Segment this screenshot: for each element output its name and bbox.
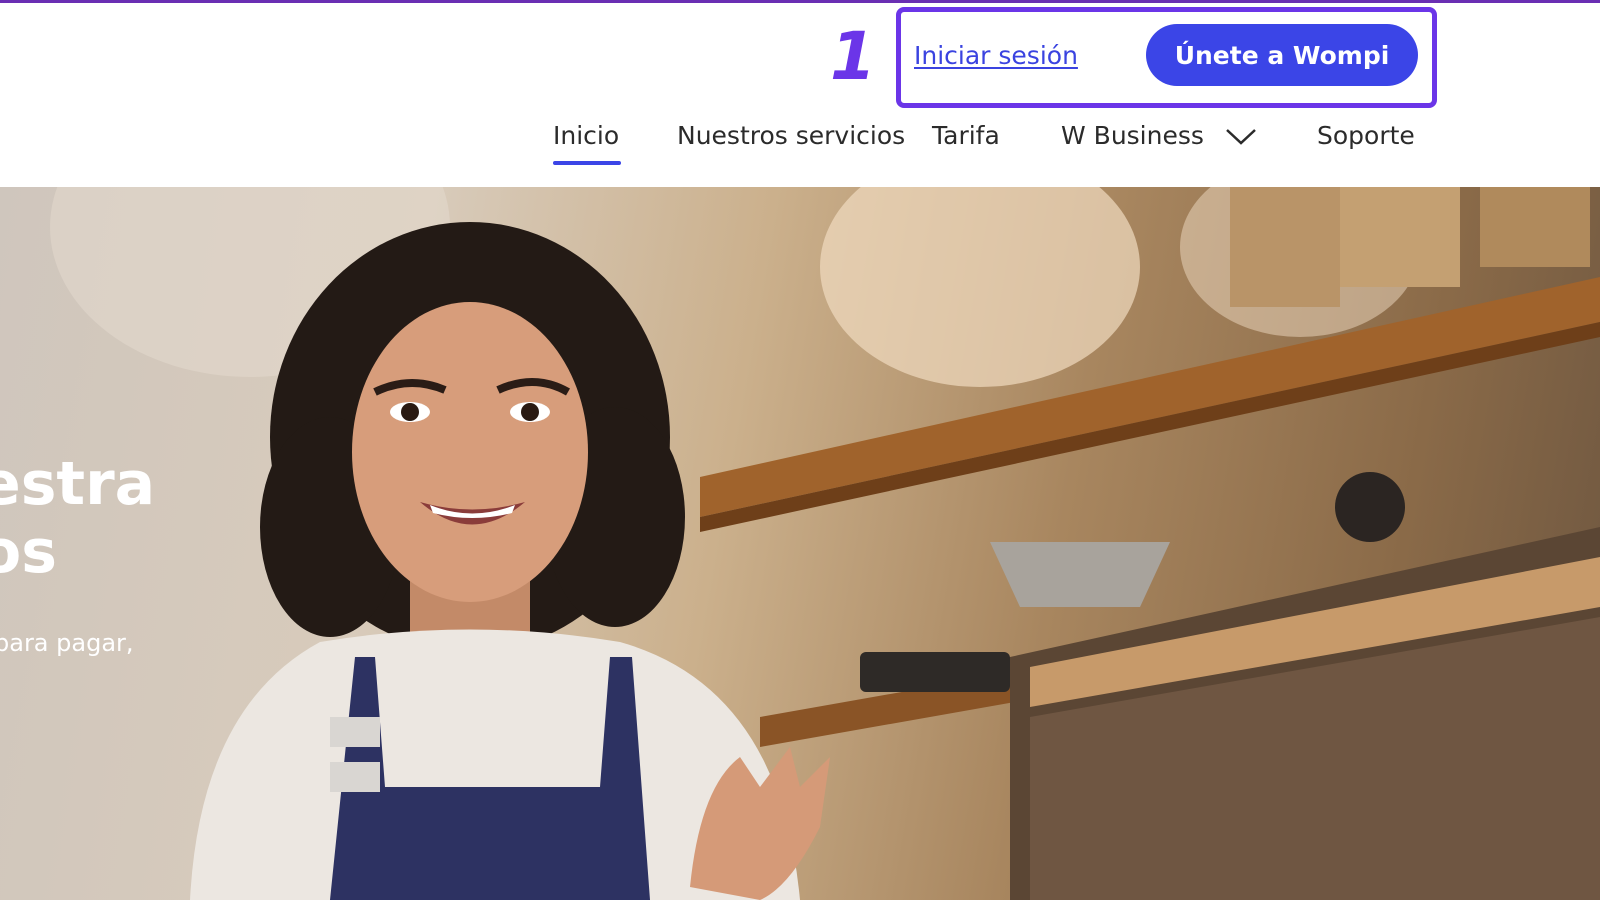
hero-banner: estra os para pagar, [0,187,1600,900]
join-wompi-button[interactable]: Únete a Wompi [1146,24,1418,86]
nav-item-inicio[interactable]: Inicio [553,116,619,156]
nav-item-w-business[interactable]: W Business [1061,116,1204,156]
nav-item-nuestros-servicios[interactable]: Nuestros servicios [677,116,905,156]
nav-item-tarifa[interactable]: Tarifa [932,116,1000,156]
hero-photo [50,187,1600,900]
chevron-down-icon[interactable] [1224,126,1258,146]
step-number-annotation: 1 [830,18,876,95]
nav-item-soporte[interactable]: Soporte [1317,116,1415,156]
login-link[interactable]: Iniciar sesión [914,36,1078,76]
top-accent-bar [0,0,1600,3]
nav-active-indicator [553,161,621,165]
hero-subtitle: para pagar, [0,629,134,657]
hero-title-line-1: estra [0,449,156,519]
hero-title-line-2: os [0,517,57,587]
